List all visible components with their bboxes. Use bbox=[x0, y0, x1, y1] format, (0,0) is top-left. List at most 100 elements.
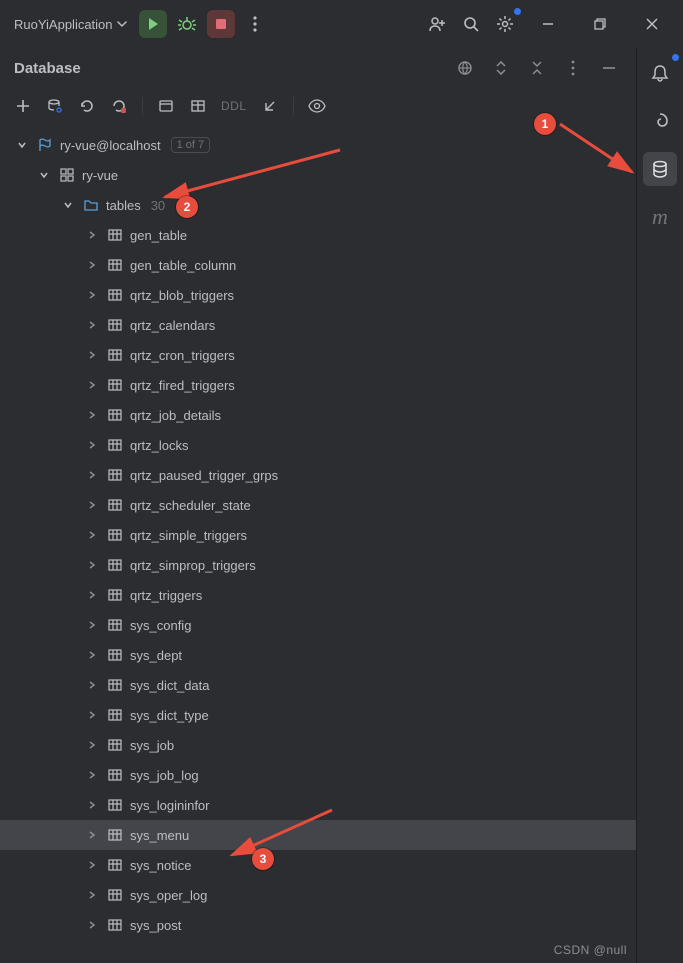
chevron-icon[interactable] bbox=[84, 647, 100, 663]
tree-table-sys_oper_log[interactable]: sys_oper_log bbox=[0, 880, 636, 910]
chevron-icon[interactable] bbox=[84, 797, 100, 813]
tree-table-qrtz_job_details[interactable]: qrtz_job_details bbox=[0, 400, 636, 430]
chevron-icon[interactable] bbox=[84, 917, 100, 933]
datasource-properties-button[interactable] bbox=[42, 93, 68, 119]
node-icon bbox=[82, 196, 100, 214]
tree-node-label: qrtz_locks bbox=[130, 438, 189, 453]
tree-table-sys_dept[interactable]: sys_dept bbox=[0, 640, 636, 670]
chevron-icon[interactable] bbox=[84, 257, 100, 273]
tree-table-qrtz_scheduler_state[interactable]: qrtz_scheduler_state bbox=[0, 490, 636, 520]
transpose-button[interactable] bbox=[257, 93, 283, 119]
tree-node-label: sys_notice bbox=[130, 858, 191, 873]
chevron-icon[interactable] bbox=[84, 377, 100, 393]
open-table-button[interactable] bbox=[185, 93, 211, 119]
node-icon bbox=[106, 256, 124, 274]
tree-table-qrtz_simple_triggers[interactable]: qrtz_simple_triggers bbox=[0, 520, 636, 550]
tree-table-qrtz_triggers[interactable]: qrtz_triggers bbox=[0, 580, 636, 610]
chevron-icon[interactable] bbox=[84, 287, 100, 303]
window-close[interactable] bbox=[629, 0, 675, 48]
tree-table-qrtz_blob_triggers[interactable]: qrtz_blob_triggers bbox=[0, 280, 636, 310]
run-config-dropdown[interactable]: RuoYiApplication bbox=[8, 13, 133, 36]
chevron-icon[interactable] bbox=[84, 887, 100, 903]
ai-assistant-button[interactable] bbox=[643, 104, 677, 138]
collapse-all-button[interactable] bbox=[524, 55, 550, 81]
chevron-icon[interactable] bbox=[84, 317, 100, 333]
database-rail-button[interactable] bbox=[643, 152, 677, 186]
chevron-icon[interactable] bbox=[84, 767, 100, 783]
node-icon bbox=[106, 556, 124, 574]
debug-button[interactable] bbox=[173, 10, 201, 38]
stop-button[interactable] bbox=[207, 10, 235, 38]
tree-table-sys_logininfor[interactable]: sys_logininfor bbox=[0, 790, 636, 820]
chevron-icon[interactable] bbox=[84, 227, 100, 243]
tree-node-badge: 1 of 7 bbox=[171, 137, 211, 153]
chevron-icon[interactable] bbox=[84, 347, 100, 363]
tree-table-qrtz_locks[interactable]: qrtz_locks bbox=[0, 430, 636, 460]
tree-table-sys_post[interactable]: sys_post bbox=[0, 910, 636, 940]
tree-table-sys_job[interactable]: sys_job bbox=[0, 730, 636, 760]
chevron-icon[interactable] bbox=[84, 527, 100, 543]
refresh-button[interactable] bbox=[74, 93, 100, 119]
chevron-icon[interactable] bbox=[84, 587, 100, 603]
chevron-icon[interactable] bbox=[84, 857, 100, 873]
chevron-icon[interactable] bbox=[84, 497, 100, 513]
tree-table-qrtz_fired_triggers[interactable]: qrtz_fired_triggers bbox=[0, 370, 636, 400]
settings-button[interactable] bbox=[491, 10, 519, 38]
tree-table-sys_menu[interactable]: sys_menu bbox=[0, 820, 636, 850]
stop-refresh-button[interactable] bbox=[106, 93, 132, 119]
chevron-icon[interactable] bbox=[84, 437, 100, 453]
window-minimize[interactable] bbox=[525, 0, 571, 48]
chevron-icon[interactable] bbox=[84, 557, 100, 573]
table-icon bbox=[190, 98, 206, 114]
notifications-button[interactable] bbox=[643, 56, 677, 90]
chevron-icon[interactable] bbox=[84, 617, 100, 633]
node-icon bbox=[106, 856, 124, 874]
tree-datasource[interactable]: ry-vue@localhost1 of 7 bbox=[0, 130, 636, 160]
tree-table-sys_job_log[interactable]: sys_job_log bbox=[0, 760, 636, 790]
jump-to-console-button[interactable] bbox=[153, 93, 179, 119]
add-datasource-button[interactable] bbox=[10, 93, 36, 119]
chevron-icon[interactable] bbox=[84, 467, 100, 483]
tree-node-label: qrtz_paused_trigger_grps bbox=[130, 468, 278, 483]
database-tree[interactable]: ry-vue@localhost1 of 7ry-vuetables30gen_… bbox=[0, 124, 636, 963]
update-indicator-dot bbox=[514, 8, 521, 15]
view-options-button[interactable] bbox=[304, 93, 330, 119]
search-everywhere-button[interactable] bbox=[457, 10, 485, 38]
tree-table-qrtz_cron_triggers[interactable]: qrtz_cron_triggers bbox=[0, 340, 636, 370]
chevron-icon[interactable] bbox=[84, 677, 100, 693]
more-run-actions[interactable] bbox=[241, 10, 269, 38]
chevron-icon[interactable] bbox=[84, 707, 100, 723]
code-with-me-button[interactable] bbox=[423, 10, 451, 38]
tree-table-qrtz_calendars[interactable]: qrtz_calendars bbox=[0, 310, 636, 340]
filter-button[interactable] bbox=[452, 55, 478, 81]
node-icon bbox=[106, 466, 124, 484]
run-button[interactable] bbox=[139, 10, 167, 38]
tree-table-sys_dict_data[interactable]: sys_dict_data bbox=[0, 670, 636, 700]
chevron-icon[interactable] bbox=[36, 167, 52, 183]
expand-collapse-button[interactable] bbox=[488, 55, 514, 81]
chevron-icon[interactable] bbox=[14, 137, 30, 153]
tree-table-qrtz_paused_trigger_grps[interactable]: qrtz_paused_trigger_grps bbox=[0, 460, 636, 490]
chevron-icon[interactable] bbox=[84, 827, 100, 843]
chevron-icon[interactable] bbox=[84, 737, 100, 753]
hide-panel-button[interactable] bbox=[596, 55, 622, 81]
tree-table-gen_table_column[interactable]: gen_table_column bbox=[0, 250, 636, 280]
tree-table-gen_table[interactable]: gen_table bbox=[0, 220, 636, 250]
panel-options-button[interactable] bbox=[560, 55, 586, 81]
tree-node-label: tables bbox=[106, 198, 141, 213]
chevron-icon[interactable] bbox=[60, 197, 76, 213]
chevron-icon[interactable] bbox=[84, 407, 100, 423]
minimize-icon bbox=[602, 61, 616, 75]
node-icon bbox=[106, 346, 124, 364]
tree-tables-folder[interactable]: tables30 bbox=[0, 190, 636, 220]
maven-rail-button[interactable]: m bbox=[643, 200, 677, 234]
tree-schema[interactable]: ry-vue bbox=[0, 160, 636, 190]
tree-node-label: sys_menu bbox=[130, 828, 189, 843]
ddl-button[interactable]: DDL bbox=[217, 99, 251, 113]
tree-table-qrtz_simprop_triggers[interactable]: qrtz_simprop_triggers bbox=[0, 550, 636, 580]
tree-table-sys_notice[interactable]: sys_notice bbox=[0, 850, 636, 880]
tree-table-sys_dict_type[interactable]: sys_dict_type bbox=[0, 700, 636, 730]
window-maximize[interactable] bbox=[577, 0, 623, 48]
node-icon bbox=[58, 166, 76, 184]
tree-table-sys_config[interactable]: sys_config bbox=[0, 610, 636, 640]
